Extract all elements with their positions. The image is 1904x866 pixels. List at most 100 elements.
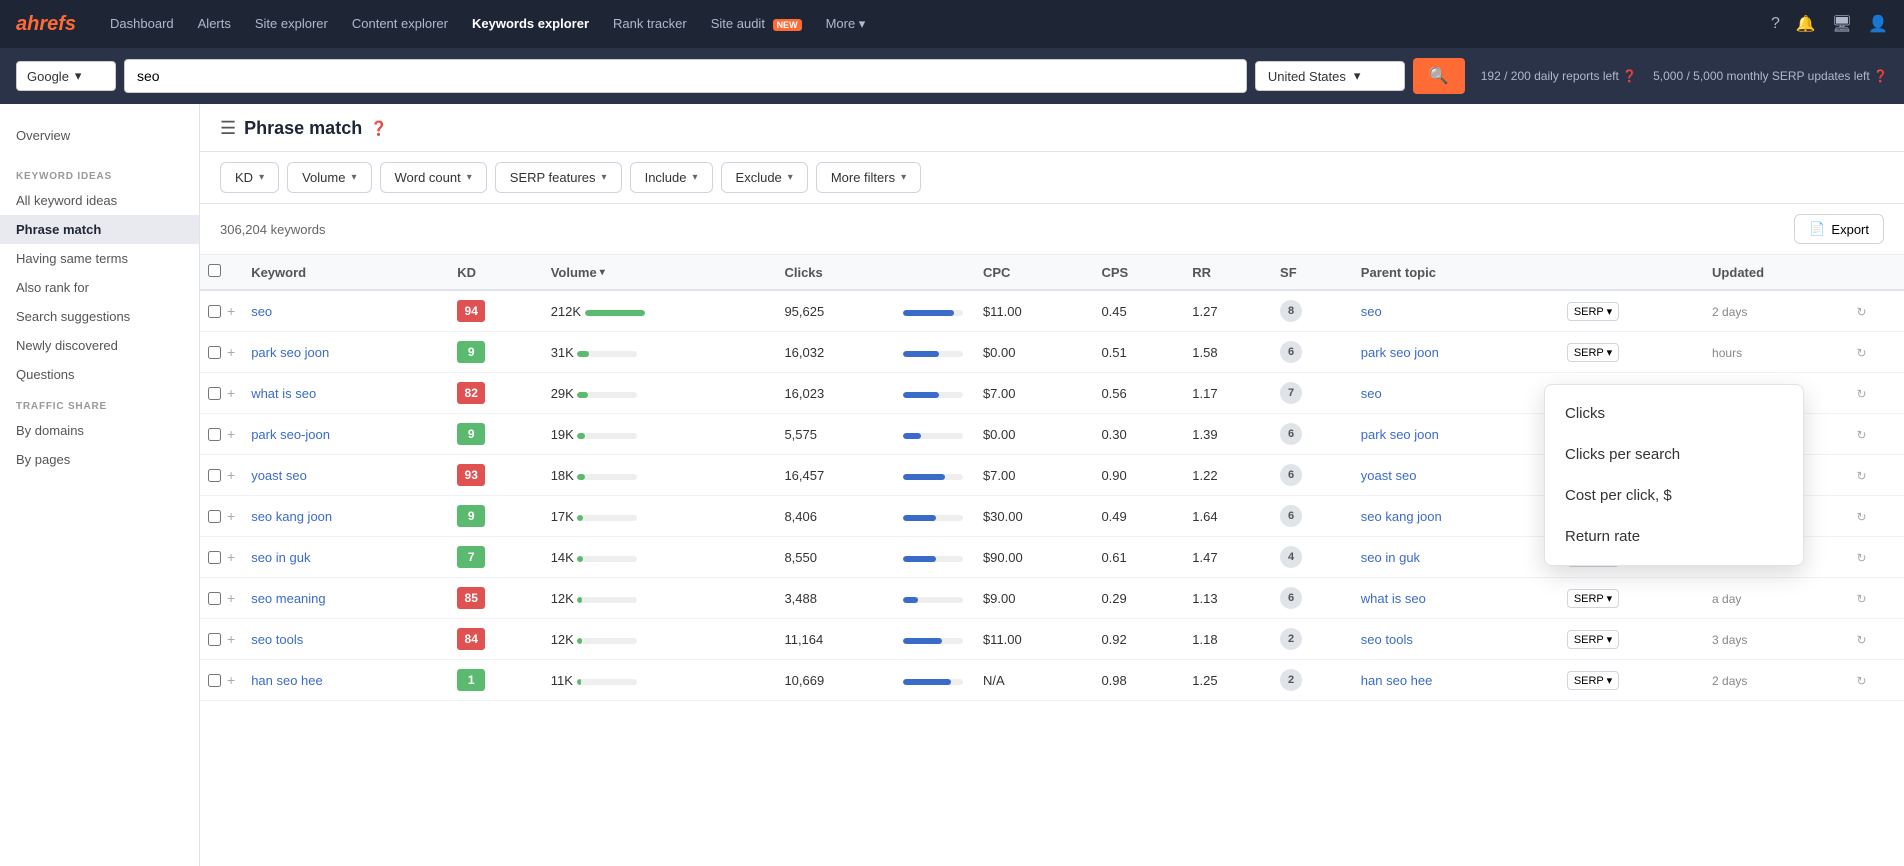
parent-topic-link[interactable]: seo in guk [1361, 550, 1420, 565]
col-updated[interactable]: Updated [1704, 255, 1849, 290]
keyword-link[interactable]: seo meaning [251, 591, 325, 606]
parent-topic-link[interactable]: yoast seo [1361, 468, 1417, 483]
engine-select[interactable]: Google ▾ [16, 61, 116, 91]
parent-topic-link[interactable]: park seo joon [1361, 345, 1439, 360]
page-help-icon[interactable]: ❓ [370, 120, 387, 137]
sidebar-item-also-rank-for[interactable]: Also rank for [0, 273, 199, 302]
add-keyword-icon[interactable]: + [227, 426, 235, 442]
row-checkbox[interactable] [208, 346, 221, 359]
row-checkbox[interactable] [208, 592, 221, 605]
parent-topic-link[interactable]: seo tools [1361, 632, 1413, 647]
row-checkbox[interactable] [208, 428, 221, 441]
refresh-icon[interactable]: ↻ [1857, 469, 1867, 483]
export-button[interactable]: 📄 Export [1794, 214, 1884, 244]
add-keyword-icon[interactable]: + [227, 508, 235, 524]
col-rr[interactable]: RR [1184, 255, 1272, 290]
nav-more[interactable]: More ▾ [816, 10, 876, 38]
row-checkbox[interactable] [208, 469, 221, 482]
filter-exclude[interactable]: Exclude ▾ [721, 162, 808, 193]
serp-button[interactable]: SERP ▾ [1567, 589, 1619, 608]
refresh-icon[interactable]: ↻ [1857, 551, 1867, 565]
nav-keywords-explorer[interactable]: Keywords explorer [462, 10, 599, 38]
nav-alerts[interactable]: Alerts [188, 10, 241, 38]
refresh-icon[interactable]: ↻ [1857, 592, 1867, 606]
keyword-link[interactable]: seo in guk [251, 550, 310, 565]
sidebar-item-by-pages[interactable]: By pages [0, 445, 199, 474]
sidebar-overview[interactable]: Overview [0, 120, 199, 151]
nav-content-explorer[interactable]: Content explorer [342, 10, 458, 38]
sidebar-item-newly-discovered[interactable]: Newly discovered [0, 331, 199, 360]
serp-button[interactable]: SERP ▾ [1567, 671, 1619, 690]
parent-topic-link[interactable]: seo [1361, 386, 1382, 401]
col-kd[interactable]: KD [449, 255, 543, 290]
col-sf[interactable]: SF [1272, 255, 1353, 290]
filter-word-count[interactable]: Word count ▾ [380, 162, 487, 193]
monitor-icon[interactable]: 🖥 [1832, 14, 1852, 34]
hamburger-icon[interactable]: ☰ [220, 118, 236, 139]
col-cps[interactable]: CPS [1093, 255, 1184, 290]
keyword-link[interactable]: han seo hee [251, 673, 323, 688]
parent-topic-link[interactable]: what is seo [1361, 591, 1426, 606]
nav-site-explorer[interactable]: Site explorer [245, 10, 338, 38]
keyword-link[interactable]: seo kang joon [251, 509, 332, 524]
add-keyword-icon[interactable]: + [227, 590, 235, 606]
bell-icon[interactable]: 🔔 [1796, 14, 1816, 34]
logo[interactable]: ahrefs [16, 13, 76, 36]
sidebar-item-by-domains[interactable]: By domains [0, 416, 199, 445]
filter-kd[interactable]: KD ▾ [220, 162, 279, 193]
nav-dashboard[interactable]: Dashboard [100, 10, 184, 38]
dropdown-cost-per-click[interactable]: Cost per click, $ [1545, 475, 1803, 516]
keyword-link[interactable]: park seo joon [251, 345, 329, 360]
col-parent-topic[interactable]: Parent topic [1353, 255, 1559, 290]
parent-topic-link[interactable]: seo kang joon [1361, 509, 1442, 524]
help-icon[interactable]: ? [1771, 15, 1780, 33]
add-keyword-icon[interactable]: + [227, 303, 235, 319]
row-checkbox[interactable] [208, 305, 221, 318]
sidebar-item-having-same-terms[interactable]: Having same terms [0, 244, 199, 273]
dropdown-return-rate[interactable]: Return rate [1545, 516, 1803, 557]
col-cpc[interactable]: CPC [975, 255, 1094, 290]
nav-rank-tracker[interactable]: Rank tracker [603, 10, 697, 38]
refresh-icon[interactable]: ↻ [1857, 305, 1867, 319]
parent-topic-link[interactable]: park seo joon [1361, 427, 1439, 442]
serp-button[interactable]: SERP ▾ [1567, 302, 1619, 321]
add-keyword-icon[interactable]: + [227, 549, 235, 565]
parent-topic-link[interactable]: seo [1361, 304, 1382, 319]
add-keyword-icon[interactable]: + [227, 385, 235, 401]
row-checkbox[interactable] [208, 387, 221, 400]
row-checkbox[interactable] [208, 510, 221, 523]
dropdown-clicks[interactable]: Clicks [1545, 393, 1803, 434]
select-all-checkbox[interactable] [208, 264, 221, 277]
refresh-icon[interactable]: ↻ [1857, 633, 1867, 647]
refresh-icon[interactable]: ↻ [1857, 387, 1867, 401]
add-keyword-icon[interactable]: + [227, 467, 235, 483]
refresh-icon[interactable]: ↻ [1857, 428, 1867, 442]
keyword-link[interactable]: seo tools [251, 632, 303, 647]
country-select[interactable]: United States ▾ [1255, 61, 1405, 91]
keyword-link[interactable]: park seo-joon [251, 427, 330, 442]
refresh-icon[interactable]: ↻ [1857, 510, 1867, 524]
sidebar-item-all-keyword-ideas[interactable]: All keyword ideas [0, 186, 199, 215]
row-checkbox[interactable] [208, 551, 221, 564]
serp-button[interactable]: SERP ▾ [1567, 630, 1619, 649]
col-clicks[interactable]: Clicks [776, 255, 895, 290]
filter-serp-features[interactable]: SERP features ▾ [495, 162, 622, 193]
col-volume[interactable]: Volume ▾ [543, 255, 777, 290]
sidebar-item-phrase-match[interactable]: Phrase match [0, 215, 199, 244]
sidebar-item-questions[interactable]: Questions [0, 360, 199, 389]
search-button[interactable]: 🔍 [1413, 58, 1465, 94]
keyword-link[interactable]: seo [251, 304, 272, 319]
filter-include[interactable]: Include ▾ [630, 162, 713, 193]
dropdown-clicks-per-search[interactable]: Clicks per search [1545, 434, 1803, 475]
keyword-link[interactable]: what is seo [251, 386, 316, 401]
add-keyword-icon[interactable]: + [227, 344, 235, 360]
user-icon[interactable]: 👤 [1868, 14, 1888, 34]
filter-volume[interactable]: Volume ▾ [287, 162, 371, 193]
parent-topic-link[interactable]: han seo hee [1361, 673, 1433, 688]
keyword-link[interactable]: yoast seo [251, 468, 307, 483]
sidebar-item-search-suggestions[interactable]: Search suggestions [0, 302, 199, 331]
search-input[interactable] [125, 60, 1246, 92]
row-checkbox[interactable] [208, 633, 221, 646]
serp-button[interactable]: SERP ▾ [1567, 343, 1619, 362]
add-keyword-icon[interactable]: + [227, 631, 235, 647]
